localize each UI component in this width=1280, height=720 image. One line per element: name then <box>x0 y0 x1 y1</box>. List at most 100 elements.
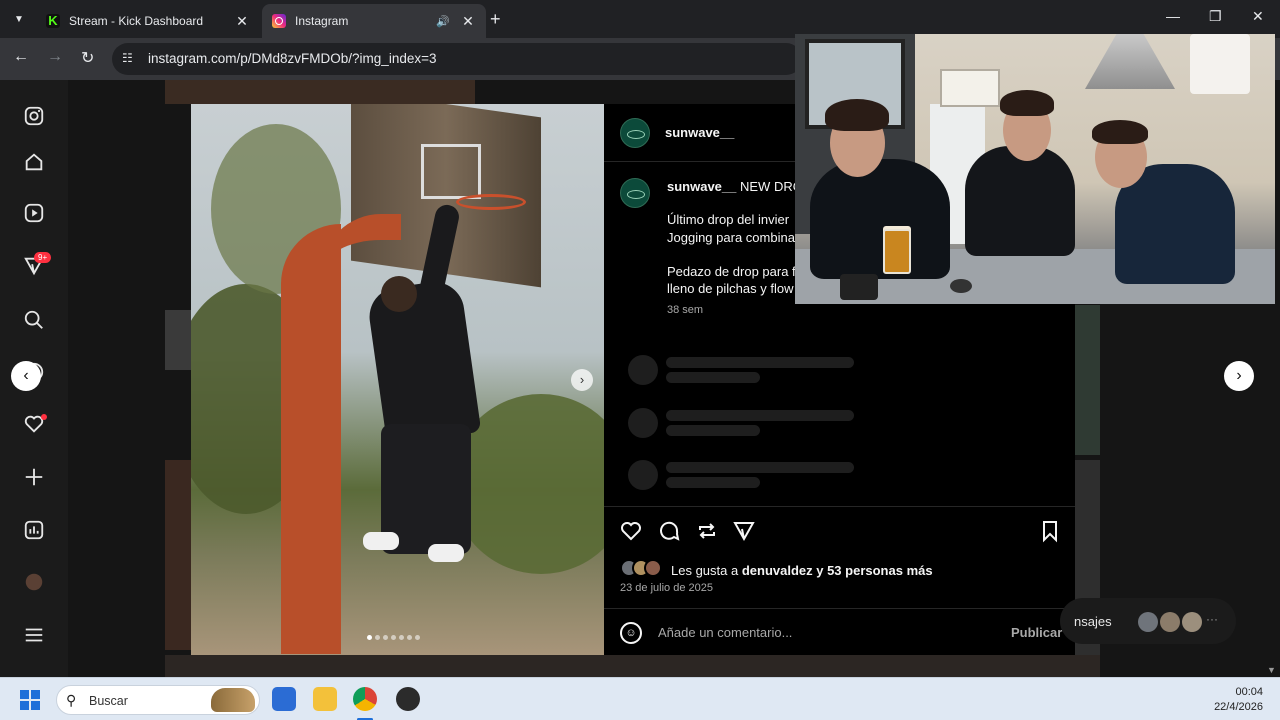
tab-title: Stream - Kick Dashboard <box>69 14 204 28</box>
post-date[interactable]: 23 de julio de 2025 <box>620 582 713 594</box>
caption-username[interactable]: sunwave__ <box>667 179 736 194</box>
create-icon[interactable] <box>22 465 46 489</box>
file-explorer-icon[interactable] <box>313 687 337 711</box>
profile-avatar[interactable] <box>22 570 46 594</box>
tab-instagram[interactable]: Instagram 🔊 ✕ <box>262 4 486 38</box>
obs-icon[interactable] <box>396 687 420 711</box>
instagram-logo-icon <box>272 14 286 28</box>
scroll-down-icon[interactable]: ▼ <box>1267 665 1276 675</box>
message-avatar <box>1182 612 1202 632</box>
carousel-next-icon[interactable]: › <box>571 369 593 391</box>
caption-first-line: sunwave__ NEW DROP <box>667 179 812 194</box>
url-text: instagram.com/p/DMd8zvFMDOb/?img_index=3 <box>148 51 437 66</box>
restore-icon[interactable]: ❐ <box>1209 8 1222 25</box>
publish-button[interactable]: Publicar <box>1011 625 1062 640</box>
carousel-dot <box>367 635 372 640</box>
taskbar-search[interactable]: ⚲ Buscar <box>56 685 260 715</box>
previous-post-icon[interactable]: ‹ <box>11 361 41 391</box>
carousel-dot <box>407 635 412 640</box>
reload-icon[interactable]: ↻ <box>81 48 94 68</box>
search-icon[interactable] <box>22 308 46 332</box>
caption-line: Último drop del invier <box>667 212 790 227</box>
close-tab-icon[interactable]: ✕ <box>234 13 250 30</box>
dashboard-icon[interactable] <box>22 518 46 542</box>
chrome-icon[interactable] <box>353 687 377 711</box>
address-bar[interactable]: ☷ instagram.com/p/DMd8zvFMDOb/?img_index… <box>112 43 802 75</box>
liker-avatar <box>644 559 662 577</box>
tab-search-icon[interactable]: ▼ <box>8 8 30 30</box>
beer-glass <box>883 229 911 274</box>
minimize-icon[interactable]: — <box>1166 8 1180 24</box>
person-middle <box>965 146 1075 256</box>
windows-start-icon[interactable] <box>20 690 40 710</box>
carousel-dot <box>375 635 380 640</box>
post-image[interactable]: › <box>191 104 604 655</box>
emoji-icon[interactable]: ☺ <box>620 622 642 644</box>
notification-badge: 9+ <box>34 252 52 263</box>
water-heater <box>1190 34 1250 94</box>
message-avatar <box>1138 612 1158 632</box>
carousel-dot <box>399 635 404 640</box>
message-avatar <box>1160 612 1180 632</box>
comment-input[interactable]: Añade un comentario... <box>658 625 792 640</box>
forward-icon[interactable]: → <box>47 48 63 66</box>
tab-kick-dashboard[interactable]: K Stream - Kick Dashboard ✕ <box>36 4 260 38</box>
comment-skeleton-avatar <box>628 408 658 438</box>
close-window-icon[interactable]: ✕ <box>1252 8 1264 25</box>
caption-avatar[interactable] <box>620 178 650 208</box>
mouse <box>950 279 972 293</box>
person-left <box>810 159 950 279</box>
save-bookmark-icon[interactable] <box>1037 519 1063 545</box>
search-highlight-image <box>211 688 255 712</box>
messages-label: nsajes <box>1074 614 1112 629</box>
hoop-pole <box>281 224 341 654</box>
author-username[interactable]: sunwave__ <box>665 125 734 140</box>
next-post-icon[interactable]: › <box>1224 361 1254 391</box>
comment-skeleton-line <box>666 477 760 488</box>
messages-pill[interactable]: nsajes ··· <box>1060 598 1236 644</box>
share-icon[interactable] <box>731 519 757 545</box>
comment-skeleton-avatar <box>628 355 658 385</box>
microwave <box>940 69 1000 107</box>
range-hood <box>1085 34 1175 89</box>
carousel-dot <box>391 635 396 640</box>
liker-username[interactable]: denuvaldez <box>742 563 813 578</box>
more-menu-icon[interactable] <box>22 623 46 647</box>
site-info-icon[interactable]: ☷ <box>122 51 133 65</box>
comment-skeleton-line <box>666 462 854 473</box>
caption-line: lleno de pilchas y flow <box>667 281 794 296</box>
comment-skeleton-line <box>666 425 760 436</box>
comment-composer: ☺ Añade un comentario... Publicar <box>604 608 1075 656</box>
clock-date: 22/4/2026 <box>1214 701 1263 713</box>
carousel-indicator <box>367 635 420 640</box>
post-actions: Les gusta a denuvaldez y 53 personas más… <box>604 506 1075 655</box>
speaker-icon[interactable]: 🔊 <box>436 15 454 28</box>
comment-skeleton-line <box>666 410 854 421</box>
kick-logo-icon: K <box>46 14 60 28</box>
phone <box>840 274 878 300</box>
system-clock[interactable]: 00:04 22/4/2026 <box>1214 685 1263 715</box>
screen: ▼ K Stream - Kick Dashboard ✕ Instagram … <box>0 0 1280 720</box>
reels-icon[interactable] <box>22 201 46 225</box>
notification-dot <box>41 414 47 420</box>
author-avatar[interactable] <box>620 118 650 148</box>
comment-skeleton-avatar <box>628 460 658 490</box>
close-tab-icon[interactable]: ✕ <box>460 13 476 30</box>
clock-time: 00:04 <box>1235 686 1263 698</box>
webcam-overlay <box>795 34 1275 304</box>
new-tab-icon[interactable]: + <box>490 9 501 30</box>
back-icon[interactable]: ← <box>13 48 29 66</box>
likes-text[interactable]: Les gusta a denuvaldez y 53 personas más <box>671 563 933 578</box>
search-placeholder: Buscar <box>89 694 128 708</box>
store-icon[interactable] <box>272 687 296 711</box>
more-icon: ··· <box>1206 612 1218 626</box>
carousel-dot <box>415 635 420 640</box>
comment-icon[interactable] <box>656 519 682 545</box>
like-icon[interactable] <box>618 519 644 545</box>
tab-title: Instagram <box>295 14 349 28</box>
caption-time[interactable]: 38 sem <box>667 304 703 316</box>
repost-icon[interactable] <box>694 519 720 545</box>
windows-taskbar: ⚲ Buscar 00:04 22/4/2026 <box>0 677 1280 720</box>
home-icon[interactable] <box>22 150 46 174</box>
instagram-icon[interactable] <box>22 104 46 128</box>
